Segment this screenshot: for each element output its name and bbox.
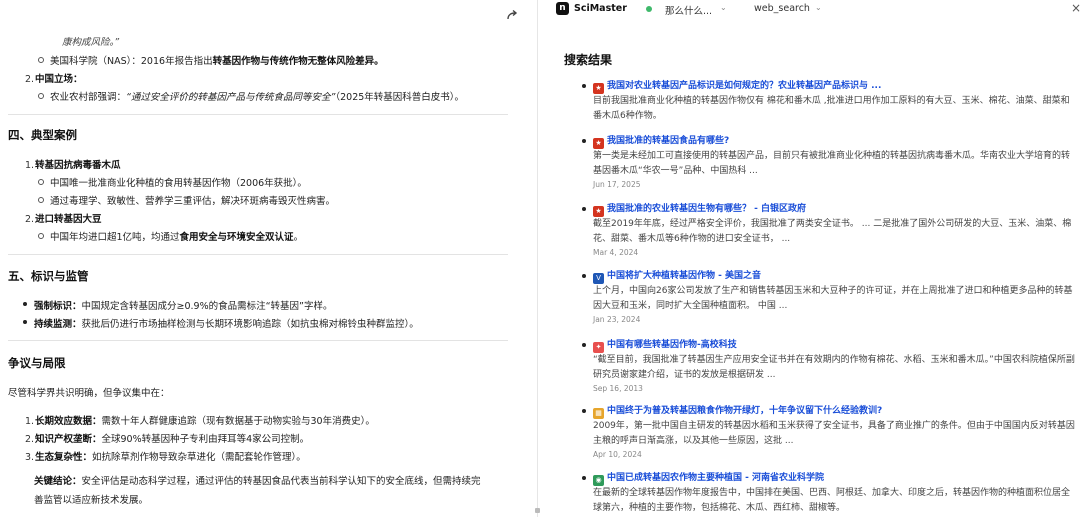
divider: [8, 114, 508, 115]
search-result-item[interactable]: ▦ 中国终于为普及转基因粮食作物开绿灯，十年争议留下什么经验教训? 2009年，第一…: [582, 404, 1075, 461]
controversy-item: 3.生态复杂性：如抗除草剂作物导致杂草进化（需配套轮作管理）。: [25, 452, 306, 463]
grid-icon: ▦: [593, 408, 604, 419]
search-result-item[interactable]: ★ 我国批准的转基因食品有哪些? 第一类是未经加工可直接使用的转基因产品，目前只有被…: [582, 134, 1075, 191]
status-dot-icon: [646, 6, 652, 12]
case-soybean-bullet: 中国年均进口超1亿吨，均通过食用安全与环境安全双认证。: [37, 229, 303, 243]
continuation-line: 康构成风险。”: [62, 37, 120, 48]
labeling-item: 强制标识：中国规定含转基因成分≥0.9%的食品需标注“转基因”字样。: [22, 298, 332, 312]
result-title-link[interactable]: ◉ 中国已成转基因农作物主要种植国 - 河南省农业科学院: [593, 471, 1075, 486]
result-snippet: 2009年，第一批中国自主研发的转基因水稻和玉米获得了安全证书，具备了商业推广的…: [593, 421, 1075, 446]
result-snippet: 上个月，中国向26家公司发放了生产和销售转基因玉米和大豆种子的许可证，并在上周批…: [593, 286, 1073, 311]
result-snippet: “截至目前，我国批准了转基因生产应用安全证书并在有效期内的作物有棉花、水稻、玉米…: [593, 355, 1075, 380]
result-title-link[interactable]: ★ 我国批准的转基因食品有哪些?: [593, 134, 1075, 149]
tool-selector[interactable]: web_search: [754, 3, 810, 14]
result-title-link[interactable]: ★ 我国对农业转基因产品标识是如何规定的？农业转基因产品标识与 ...: [593, 79, 1075, 94]
gov-emblem-icon: ★: [593, 83, 604, 94]
chevron-down-icon[interactable]: ⌄: [815, 3, 822, 12]
result-snippet: 在最新的全球转基因作物年度报告中，中国排在美国、巴西、阿根廷、加拿大、印度之后，…: [593, 488, 1071, 513]
divider: [8, 254, 508, 255]
search-panel: n SciMaster 那么什么... ⌄ web_search ⌄ × 搜索结…: [538, 0, 1080, 517]
result-title-link[interactable]: ✦ 中国有哪些转基因作物-高校科技: [593, 338, 1075, 353]
scimaster-logo-icon: n: [556, 2, 569, 15]
result-snippet: 目前我国批准商业化种植的转基因作物仅有 棉花和番木瓜 ,批准进口用作加工原料的有…: [593, 96, 1070, 121]
result-snippet: 截至2019年年底，经过严格安全评价，我国批准了两类安全证书。 ... 二是批准…: [593, 219, 1072, 244]
result-date: Jun 17, 2025: [593, 180, 641, 189]
close-icon[interactable]: ×: [1071, 1, 1080, 15]
result-title-link[interactable]: ★ 我国批准的农业转基因生物有哪些？ - 白银区政府: [593, 202, 1075, 217]
case-papaya-bullet: 通过毒理学、致敏性、营养学三重评估，解决环斑病毒毁灭性病害。: [37, 193, 335, 207]
search-panel-header: n SciMaster 那么什么... ⌄ web_search ⌄ ×: [538, 0, 1080, 18]
kepu-icon: ✦: [593, 342, 604, 353]
controversy-item: 2.知识产权垄断：全球90%转基因种子专利由拜耳等4家公司控制。: [25, 434, 310, 445]
globe-icon: ◉: [593, 475, 604, 486]
search-result-item[interactable]: ◉ 中国已成转基因农作物主要种植国 - 河南省农业科学院在最新的全球转基因作物年度…: [582, 471, 1075, 516]
search-result-item[interactable]: V 中国将扩大种植转基因作物 - 美国之音上个月，中国向26家公司发放了生产和销售…: [582, 269, 1075, 326]
section-heading-cases: 四、典型案例: [8, 128, 77, 142]
result-date: Sep 16, 2013: [593, 384, 643, 393]
answer-panel: 康构成风险。” 美国科学院（NAS）：2016年报告指出转基因作物与传统作物无整…: [0, 0, 530, 517]
controversy-item: 1.长期效应数据：需数十年人群健康追踪（现有数据基于动物实验与30年消费史）。: [25, 416, 375, 427]
result-snippet: 第一类是未经加工可直接使用的转基因产品，目前只有被批准商业化种植的转基因抗病毒番…: [593, 151, 1071, 176]
voa-icon: V: [593, 273, 604, 284]
query-selector[interactable]: 那么什么...: [665, 3, 712, 17]
gov-emblem-icon: ★: [593, 206, 604, 217]
case-papaya-bullet: 中国唯一批准商业化种植的食用转基因作物（2006年获批）。: [38, 175, 307, 189]
section-heading-labeling: 五、标识与监管: [8, 269, 89, 283]
chevron-down-icon[interactable]: ⌄: [720, 3, 727, 12]
gov-emblem-icon: ★: [593, 138, 604, 149]
case-papaya: 1.转基因抗病毒番木瓜: [25, 160, 121, 171]
controversy-intro: 尽管科学界共识明确，但争议集中在：: [8, 388, 170, 399]
result-title-link[interactable]: V 中国将扩大种植转基因作物 - 美国之音: [593, 269, 1075, 284]
section-heading-controversy: 争议与局限: [8, 356, 66, 370]
results-title: 搜索结果: [564, 53, 613, 67]
result-title-link[interactable]: ▦ 中国终于为普及转基因粮食作物开绿灯，十年争议留下什么经验教训?: [593, 404, 1075, 419]
key-conclusion: 关键结论：安全评估是动态科学过程，通过评估的转基因食品代表当前科学认知下的安全底…: [34, 476, 481, 506]
china-position-item: 2.中国立场：: [25, 74, 83, 85]
search-result-item[interactable]: ★ 我国对农业转基因产品标识是如何规定的？农业转基因产品标识与 ... 目前我国批准…: [582, 79, 1075, 124]
divider: [8, 340, 508, 341]
nas-item: 美国科学院（NAS）：2016年报告指出转基因作物与传统作物无整体风险差异。: [38, 53, 384, 67]
search-result-item[interactable]: ✦ 中国有哪些转基因作物-高校科技 “截至目前，我国批准了转基因生产应用安全证书并在…: [582, 338, 1075, 395]
result-date: Jan 23, 2024: [593, 315, 641, 324]
result-date: Mar 4, 2024: [593, 248, 639, 257]
moa-item: 农业农村部强调：“通过安全评价的转基因产品与传统食品同等安全”（2025年转基因…: [37, 89, 464, 103]
result-date: Apr 10, 2024: [593, 450, 642, 459]
app-name: SciMaster: [574, 3, 627, 14]
share-icon[interactable]: [505, 8, 519, 22]
monitoring-item: 持续监测：获批后仍进行市场抽样检测与长期环境影响追踪（如抗虫棉对棉铃虫种群监控）…: [23, 316, 419, 330]
case-soybean: 2.进口转基因大豆: [25, 214, 102, 225]
search-result-item[interactable]: ★ 我国批准的农业转基因生物有哪些？ - 白银区政府截至2019年年底，经过严格安…: [582, 202, 1075, 259]
